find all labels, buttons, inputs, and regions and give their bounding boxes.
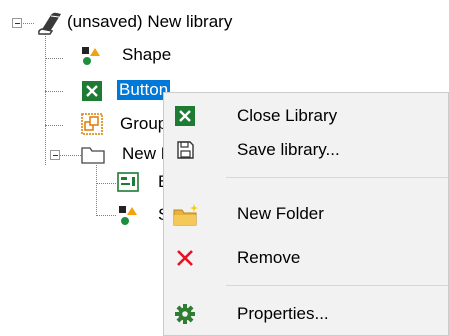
library-book-icon [35, 10, 63, 36]
menu-item-remove[interactable]: Remove [164, 243, 448, 273]
menu-item-new-folder[interactable]: New Folder [164, 199, 448, 229]
close-library-icon [174, 105, 196, 127]
folder-icon [81, 143, 105, 165]
text-box-icon [117, 171, 139, 193]
menu-item-label: Properties... [237, 304, 329, 323]
tree-line [45, 30, 46, 165]
menu-item-label: New Folder [237, 204, 324, 223]
tree-line [45, 91, 63, 92]
group-icon [81, 113, 103, 135]
gear-icon [174, 303, 196, 325]
menu-separator [226, 177, 448, 178]
tree-item-group[interactable]: Group [120, 114, 167, 134]
menu-item-save-library[interactable]: Save library... [164, 135, 448, 165]
shape-icon [80, 44, 102, 66]
menu-item-label: Remove [237, 248, 301, 267]
tree-line [96, 183, 116, 184]
tree-line [45, 125, 63, 126]
tree-line [96, 215, 116, 216]
menu-item-label: Save library... [237, 140, 340, 159]
menu-item-label: Close Library [237, 106, 338, 125]
tree-expander[interactable] [12, 18, 22, 28]
context-menu: Close Library Save library... New Folder [163, 92, 449, 336]
tree-line [45, 58, 63, 59]
menu-separator [226, 285, 448, 286]
tree-root-label[interactable]: (unsaved) New library [67, 12, 232, 32]
menu-item-close-library[interactable]: Close Library [164, 101, 448, 131]
shape-icon [117, 203, 139, 227]
tree-expander[interactable] [50, 150, 60, 160]
save-icon [174, 139, 196, 161]
new-folder-icon [172, 203, 200, 226]
tree-line [96, 165, 97, 216]
button-icon [81, 80, 103, 102]
remove-icon [174, 247, 196, 269]
tree-item-shape[interactable]: Shape [122, 45, 171, 65]
menu-item-properties[interactable]: Properties... [164, 299, 448, 329]
